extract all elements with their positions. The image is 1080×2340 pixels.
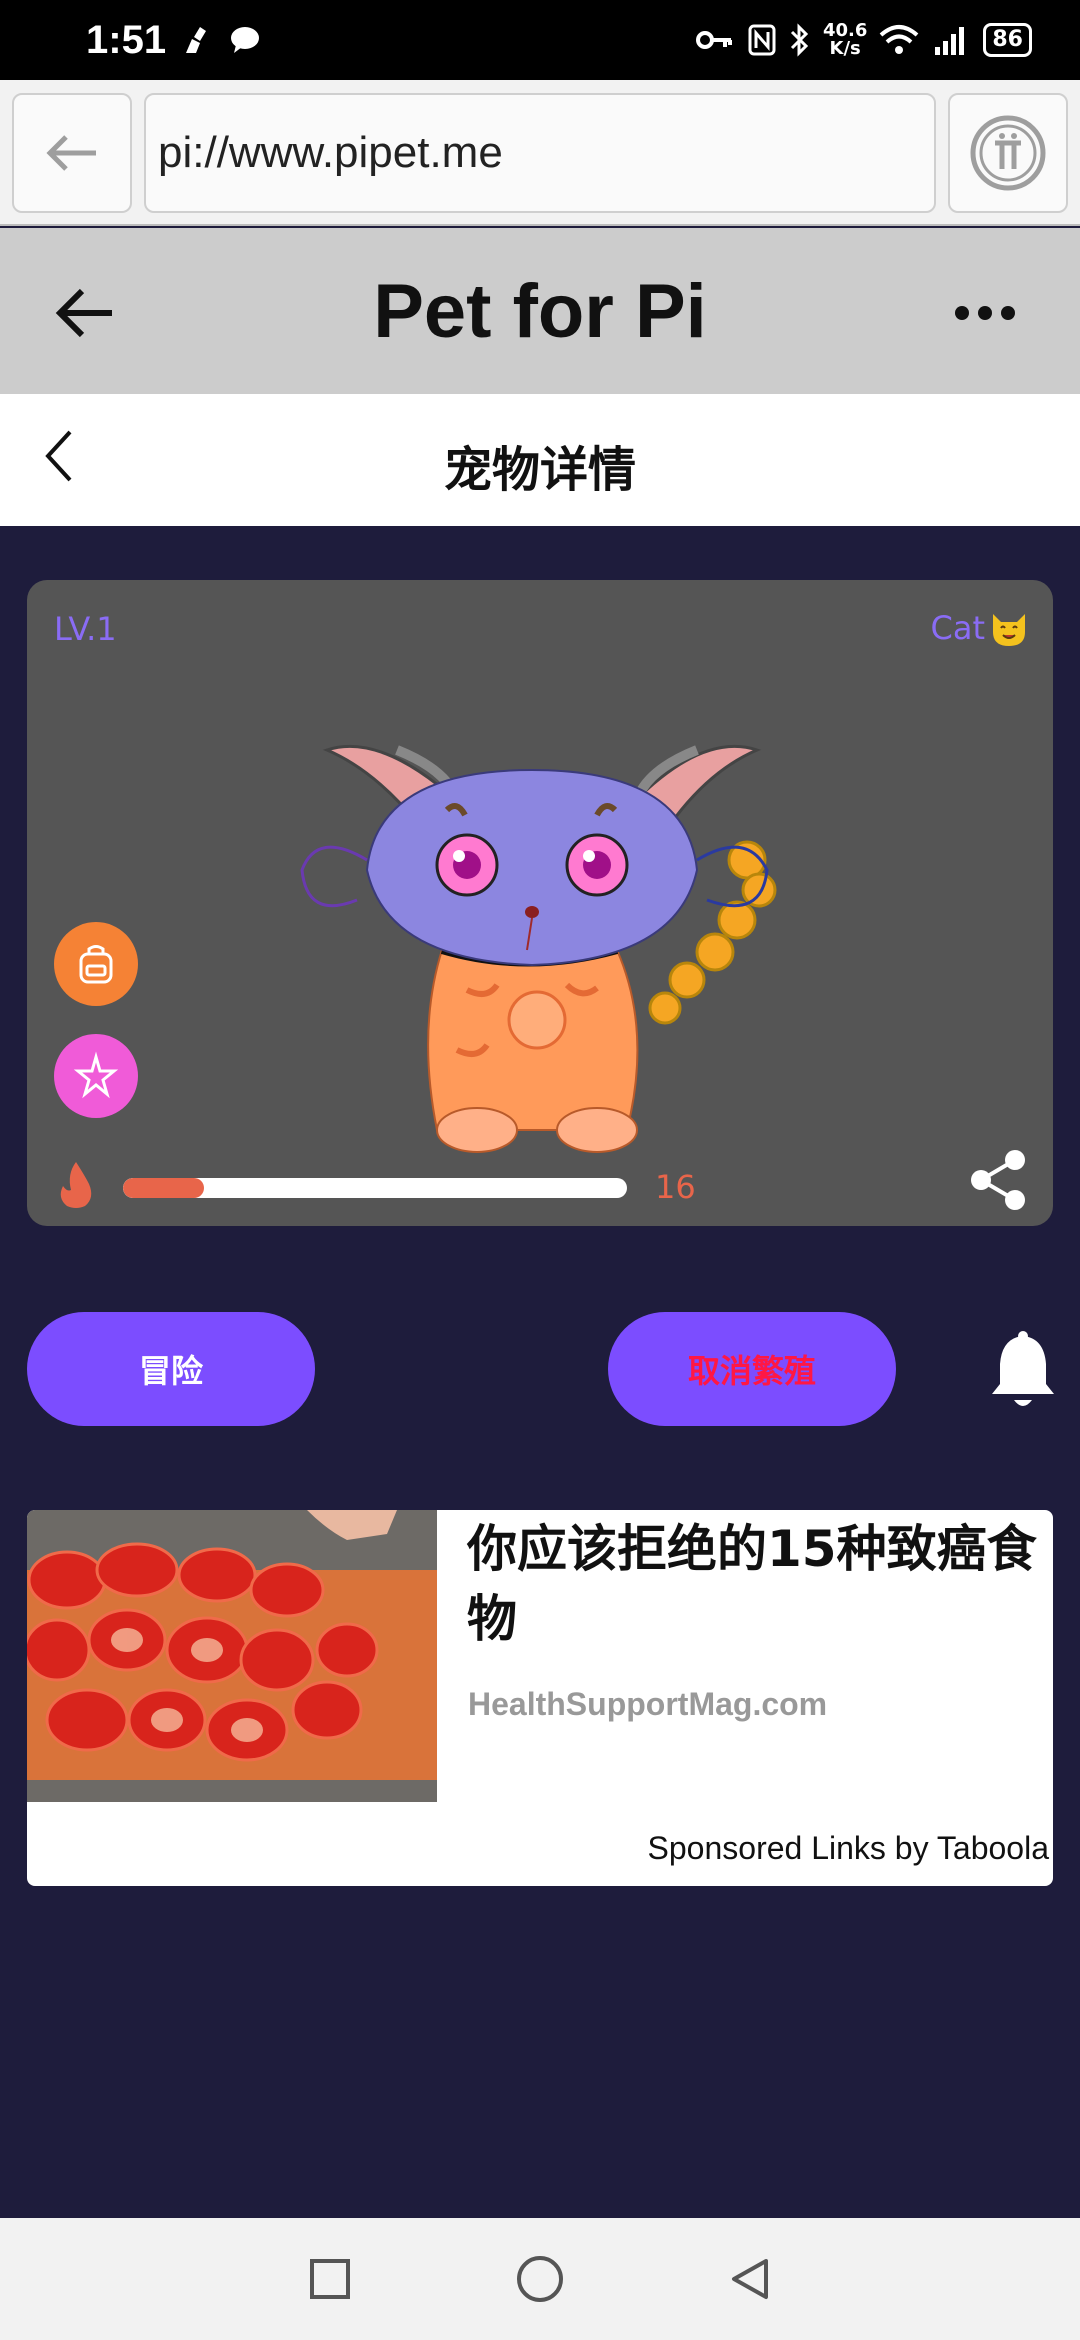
star-wand-icon bbox=[73, 1051, 119, 1099]
nfc-icon bbox=[748, 24, 776, 56]
status-time: 1:51 bbox=[86, 17, 167, 62]
wifi-icon bbox=[880, 25, 919, 54]
cancel-breeding-button[interactable]: 取消繁殖 bbox=[608, 1312, 896, 1426]
ad-tomato-image bbox=[27, 1510, 437, 1802]
url-field[interactable]: pi://www.pipet.me bbox=[144, 93, 936, 213]
sponsored-ad[interactable]: 你应该拒绝的15种致癌食物 HealthSupportMag.com Spons… bbox=[27, 1510, 1053, 1886]
pet-cat-image bbox=[300, 744, 777, 1153]
app-title: Pet for Pi bbox=[373, 269, 707, 354]
browser-bar: pi://www.pipet.me bbox=[0, 80, 1080, 226]
bell-icon[interactable] bbox=[988, 1330, 1058, 1414]
chat-icon bbox=[231, 27, 260, 53]
status-left: 1:51 bbox=[86, 18, 262, 63]
net-speed: 40.6 K/s bbox=[823, 22, 867, 58]
page-title: 宠物详情 bbox=[443, 442, 636, 498]
pet-level: LV.1 bbox=[54, 610, 117, 648]
key-icon bbox=[695, 31, 732, 49]
app-header: Pet for Pi bbox=[0, 228, 1080, 394]
home-icon[interactable] bbox=[514, 2253, 566, 2305]
magic-button[interactable] bbox=[54, 1034, 138, 1118]
pi-browser-button[interactable] bbox=[948, 93, 1068, 213]
ad-sponsor-label[interactable]: Sponsored Links by Taboola bbox=[648, 1830, 1049, 1867]
page-header: 宠物详情 bbox=[0, 394, 1080, 526]
broom-icon bbox=[186, 27, 207, 53]
energy-progress-value: 16 bbox=[655, 1168, 696, 1206]
pi-logo-icon bbox=[970, 115, 1046, 191]
pet-species-label: Cat bbox=[930, 609, 986, 647]
browser-back-button[interactable] bbox=[12, 93, 132, 213]
system-nav-bar bbox=[0, 2218, 1080, 2340]
adventure-button[interactable]: 冒险 bbox=[27, 1312, 315, 1426]
ad-source: HealthSupportMag.com bbox=[468, 1686, 828, 1722]
arrow-left-icon bbox=[46, 135, 96, 171]
net-speed-unit: K/s bbox=[829, 38, 861, 59]
cat-emoji-icon bbox=[993, 614, 1025, 646]
status-bar: 1:51 40.6 K/s 86 bbox=[0, 0, 1080, 80]
back-triangle-icon[interactable] bbox=[726, 2255, 774, 2303]
backpack-button[interactable] bbox=[54, 922, 138, 1006]
share-icon[interactable] bbox=[967, 1148, 1031, 1212]
pet-species: Cat bbox=[931, 608, 1030, 648]
cell-signal-icon bbox=[935, 27, 965, 55]
backpack-icon bbox=[79, 945, 113, 984]
more-options-icon[interactable] bbox=[955, 298, 1015, 328]
pet-card: LV.1 Cat 16 bbox=[27, 580, 1053, 1226]
energy-progress-fill bbox=[123, 1178, 204, 1198]
fire-icon bbox=[60, 1162, 92, 1208]
recent-apps-icon[interactable] bbox=[306, 2255, 354, 2303]
ad-title[interactable]: 你应该拒绝的15种致癌食物 bbox=[467, 1514, 1037, 1654]
battery-indicator: 86 bbox=[983, 23, 1032, 57]
bluetooth-icon bbox=[790, 23, 809, 57]
energy-progress-bar bbox=[123, 1178, 627, 1198]
status-right: 40.6 K/s 86 bbox=[695, 22, 1032, 58]
